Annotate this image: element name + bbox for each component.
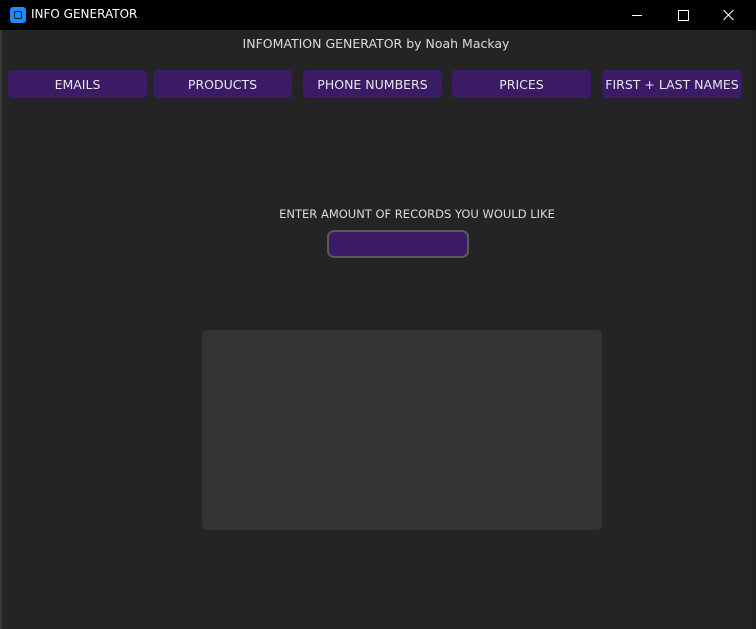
maximize-icon bbox=[677, 9, 689, 21]
window-title: INFO GENERATOR bbox=[31, 7, 138, 21]
output-textbox[interactable] bbox=[202, 330, 602, 530]
records-prompt-label: ENTER AMOUNT OF RECORDS YOU WOULD LIKE bbox=[279, 207, 555, 221]
prices-button[interactable]: PRICES bbox=[452, 70, 591, 98]
title-bar[interactable]: INFO GENERATOR bbox=[0, 0, 756, 30]
window-right-edge bbox=[752, 30, 756, 629]
close-icon bbox=[723, 9, 735, 21]
app-heading: INFOMATION GENERATOR by Noah Mackay bbox=[242, 36, 510, 51]
minimize-icon bbox=[632, 14, 642, 16]
minimize-button[interactable] bbox=[614, 0, 660, 30]
phone-numbers-button[interactable]: PHONE NUMBERS bbox=[303, 70, 442, 98]
maximize-button[interactable] bbox=[660, 0, 706, 30]
products-button[interactable]: PRODUCTS bbox=[153, 70, 292, 98]
close-button[interactable] bbox=[706, 0, 752, 30]
records-amount-input[interactable] bbox=[327, 230, 469, 258]
emails-button[interactable]: EMAILS bbox=[8, 70, 147, 98]
window-left-edge bbox=[0, 30, 2, 629]
app-icon bbox=[10, 7, 26, 23]
first-last-names-button[interactable]: FIRST + LAST NAMES bbox=[602, 70, 742, 98]
